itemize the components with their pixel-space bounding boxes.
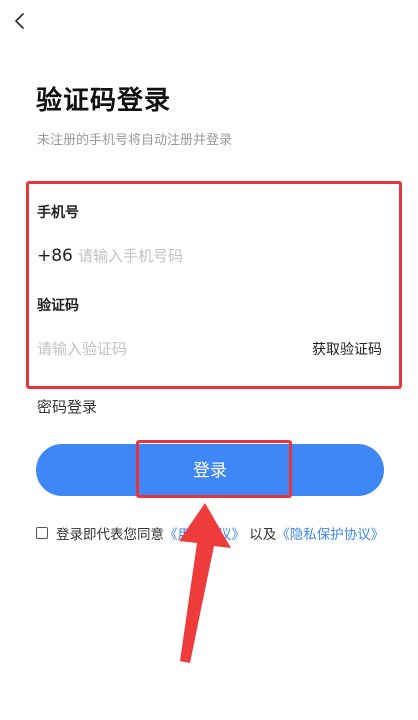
password-login-link[interactable]: 密码登录 (37, 396, 97, 417)
agreement-checkbox[interactable] (36, 527, 48, 539)
phone-input[interactable] (78, 243, 378, 269)
chevron-left-icon (15, 13, 24, 29)
get-code-button[interactable]: 获取验证码 (312, 339, 382, 359)
login-button[interactable]: 登录 (36, 444, 384, 496)
login-screen: 验证码登录 未注册的手机号将自动注册并登录 手机号 +86 验证码 获取验证码 … (0, 0, 418, 720)
agreement-text: 登录即代表您同意《用户协议》 以及《隐私保护协议》 (56, 523, 394, 547)
page-subtitle: 未注册的手机号将自动注册并登录 (37, 133, 233, 148)
agreement-connector: 以及 (249, 527, 277, 543)
back-button[interactable] (10, 10, 34, 34)
page-title: 验证码登录 (36, 86, 172, 116)
user-agreement-link[interactable]: 《用户协议》 (164, 527, 245, 543)
code-input[interactable] (37, 336, 277, 362)
agreement-prefix: 登录即代表您同意 (56, 527, 164, 543)
country-code[interactable]: +86 (37, 246, 73, 266)
privacy-agreement-link[interactable]: 《隐私保护协议》 (276, 527, 384, 543)
code-label: 验证码 (37, 298, 79, 314)
phone-label: 手机号 (37, 205, 79, 221)
